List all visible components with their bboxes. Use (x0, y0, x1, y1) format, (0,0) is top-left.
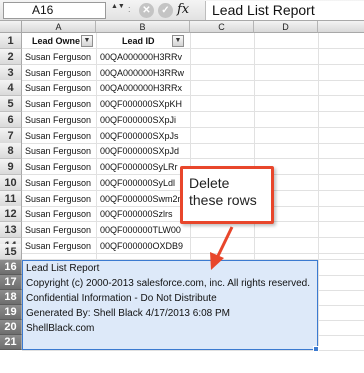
table-row: 4 Susan Ferguson 00QA000000H3RRx (0, 80, 364, 97)
lead-owner-cell[interactable]: Susan Ferguson (25, 96, 91, 112)
row-number[interactable]: 13 (0, 222, 22, 239)
row-number[interactable]: 5 (0, 96, 22, 113)
confirm-icon[interactable]: ✓ (158, 3, 173, 18)
function-icon[interactable]: fx (177, 2, 203, 18)
row-number[interactable]: 6 (0, 111, 22, 128)
report-title-cell[interactable]: Lead List Report (26, 261, 99, 277)
table-row: 7 Susan Ferguson 00QF000000SXpJs (0, 127, 364, 144)
lead-id-cell[interactable]: 00QF000000Swm2n (100, 191, 183, 207)
row-number[interactable]: 7 (0, 127, 22, 144)
lead-id-cell[interactable]: 00QF000000Szlrs (100, 206, 173, 222)
lead-owner-cell[interactable]: Susan Ferguson (25, 159, 91, 175)
lead-owner-header[interactable]: Lead Owne (32, 33, 80, 49)
name-box-stepper-icon[interactable]: ▲▼ (111, 3, 125, 18)
filter-dropdown-icon[interactable]: ▼ (81, 35, 93, 47)
lead-owner-cell[interactable]: Susan Ferguson (25, 65, 91, 81)
column-header-c[interactable]: C (190, 21, 254, 33)
row-number[interactable]: 18 (0, 290, 22, 305)
lead-id-cell[interactable]: 00QF000000SXpJi (100, 112, 176, 128)
table-row: 3 Susan Ferguson 00QA000000H3RRw (0, 64, 364, 81)
row-number[interactable]: 12 (0, 206, 22, 223)
lead-id-cell[interactable]: 00QF000000SyLRr (100, 159, 178, 175)
lead-id-cell[interactable]: 00QF000000TLW00 (100, 222, 181, 238)
lead-owner-cell[interactable]: Susan Ferguson (25, 206, 91, 222)
lead-owner-cell[interactable]: Susan Ferguson (25, 49, 91, 65)
row-number[interactable]: 17 (0, 275, 22, 290)
formula-input[interactable]: Lead List Report (205, 1, 364, 20)
lead-id-cell[interactable]: 00QA000000H3RRx (100, 80, 182, 96)
lead-owner-cell[interactable]: Susan Ferguson (25, 80, 91, 96)
table-row: 8 Susan Ferguson 00QF000000SXpJd (0, 143, 364, 160)
row-number[interactable]: 11 (0, 190, 22, 207)
formula-bar: A16 ▲▼ : ✕ ✓ fx Lead List Report (0, 0, 364, 21)
separator-dots: : (128, 4, 132, 14)
lead-id-header[interactable]: Lead ID (122, 33, 155, 49)
lead-owner-cell[interactable]: Susan Ferguson (25, 175, 91, 191)
lead-id-cell[interactable]: 00QF000000SXpJs (100, 128, 179, 144)
row-number[interactable]: 16 (0, 260, 22, 275)
column-header-a[interactable]: A (22, 21, 96, 33)
lead-id-cell[interactable]: 00QA000000H3RRw (100, 65, 184, 81)
row-number[interactable]: 15 (0, 244, 22, 260)
row-number[interactable]: 9 (0, 159, 22, 176)
cancel-icon[interactable]: ✕ (139, 3, 154, 18)
lead-id-cell[interactable]: 00QA000000H3RRv (100, 49, 182, 65)
table-row: 1 Lead Owne ▼ Lead ID ▼ (0, 33, 364, 49)
lead-owner-cell[interactable]: Susan Ferguson (25, 128, 91, 144)
table-row: 6 Susan Ferguson 00QF000000SXpJi (0, 111, 364, 128)
row-number[interactable]: 19 (0, 305, 22, 320)
lead-id-cell[interactable]: 00QF000000SXpJd (100, 143, 179, 159)
row-number[interactable]: 20 (0, 320, 22, 335)
table-row: 13 Susan Ferguson 00QF000000TLW00 (0, 222, 364, 239)
table-row: 5 Susan Ferguson 00QF000000SXpKH (0, 96, 364, 113)
lead-owner-cell[interactable]: Susan Ferguson (25, 191, 91, 207)
lead-id-cell[interactable]: 00QF000000SXpKH (100, 96, 182, 112)
select-all-corner[interactable] (0, 21, 22, 33)
fill-handle[interactable] (313, 346, 319, 352)
filter-dropdown-icon[interactable]: ▼ (172, 35, 184, 47)
copyright-cell[interactable]: Copyright (c) 2000-2013 salesforce.com, … (26, 276, 310, 292)
row-number[interactable]: 4 (0, 80, 22, 97)
annotation-callout: Delete these rows (180, 166, 274, 224)
row-number[interactable]: 2 (0, 48, 22, 65)
column-header-e[interactable] (318, 21, 364, 33)
table-row: 15 (0, 244, 364, 260)
table-row: 2 Susan Ferguson 00QA000000H3RRv (0, 48, 364, 65)
name-box[interactable]: A16 (3, 2, 106, 19)
lead-owner-cell[interactable]: Susan Ferguson (25, 222, 91, 238)
column-header-row: A B C D (0, 21, 364, 33)
selected-range[interactable]: Lead List Report Copyright (c) 2000-2013… (22, 260, 318, 350)
row-number[interactable]: 1 (0, 33, 22, 49)
row-number[interactable]: 3 (0, 64, 22, 81)
lead-owner-cell[interactable]: Susan Ferguson (25, 143, 91, 159)
row-number[interactable]: 10 (0, 174, 22, 191)
website-cell[interactable]: ShellBlack.com (26, 321, 94, 337)
column-header-b[interactable]: B (96, 21, 190, 33)
row-number[interactable]: 21 (0, 335, 22, 350)
column-header-d[interactable]: D (254, 21, 318, 33)
lead-id-cell[interactable]: 00QF000000SyLdl (100, 175, 175, 191)
generated-by-cell[interactable]: Generated By: Shell Black 4/17/2013 6:08… (26, 306, 230, 322)
lead-owner-cell[interactable]: Susan Ferguson (25, 112, 91, 128)
row-number[interactable]: 8 (0, 143, 22, 160)
confidential-cell[interactable]: Confidential Information - Do Not Distri… (26, 291, 217, 307)
